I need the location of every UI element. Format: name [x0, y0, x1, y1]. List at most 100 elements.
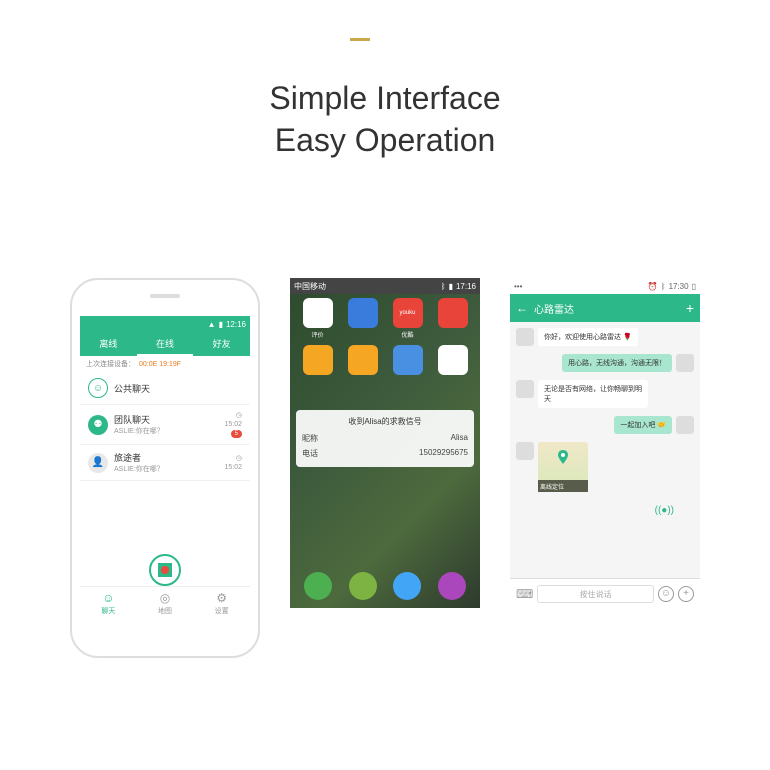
carrier-label: 中国移动: [294, 281, 326, 292]
input-bar: ⌨ 按住说话 ☺ +: [510, 578, 700, 608]
nav-label: 设置: [215, 606, 229, 616]
plus-icon[interactable]: +: [678, 586, 694, 602]
group-icon: ⚉: [88, 415, 108, 435]
avatar: [516, 328, 534, 346]
message-in: 你好，欢迎使用心路雷达 🌹: [516, 328, 694, 346]
headline-line1: Simple Interface: [269, 78, 500, 120]
app-icon[interactable]: [298, 345, 337, 375]
chat-title: 团队聊天: [114, 413, 218, 426]
message-location[interactable]: 离线定位: [516, 442, 694, 492]
keyboard-icon[interactable]: ⌨: [516, 587, 533, 601]
message-text: 一起加入吧 🤝: [614, 416, 672, 434]
message-text: 你好，欢迎使用心路雷达 🌹: [538, 328, 638, 346]
battery-icon: ▯: [692, 282, 696, 291]
statusbar-time: 17:16: [456, 282, 476, 291]
avatar: [516, 380, 534, 398]
cube-icon: [158, 563, 172, 577]
app-icon[interactable]: [388, 345, 427, 375]
chat-title: 心路雷达: [534, 301, 680, 316]
floating-action-button[interactable]: [149, 554, 181, 586]
dock-camera-icon[interactable]: [438, 572, 466, 600]
phone-3: ••• ⏰ ᛒ 17:30 ▯ ← 心路雷达 + 你好，欢迎使用心路雷达 🌹 用…: [510, 278, 700, 608]
location-thumbnail: 离线定位: [538, 442, 588, 492]
info-strip: 上次连接设备： 00:0E 19:19F: [80, 356, 250, 372]
app-icon[interactable]: youku优酷: [388, 298, 427, 339]
phones-row: ▲ ▮ 12:16 离线 在线 好友 上次连接设备： 00:0E 19:19F …: [0, 278, 770, 658]
wifi-icon: ▲: [208, 320, 216, 329]
chat-item-traveler[interactable]: 👤 旅途者 ASLIE:你在哪？ ◷ 15:02: [80, 445, 250, 481]
app-icon[interactable]: [433, 298, 472, 339]
nav-label: 聊天: [101, 606, 115, 616]
info-time: 00:0E 19:19F: [139, 361, 181, 368]
message-out: 一起加入吧 🤝: [516, 416, 694, 434]
add-icon[interactable]: +: [686, 300, 694, 316]
tab-online[interactable]: 在线: [137, 332, 194, 356]
statusbar: ••• ⏰ ᛒ 17:30 ▯: [510, 278, 700, 294]
bluetooth-icon: ᛒ: [661, 282, 666, 291]
avatar: [676, 354, 694, 372]
voice-input-button[interactable]: 按住说话: [537, 585, 654, 603]
chat-subtitle: ASLIE:你在哪？: [114, 426, 218, 436]
chat-title: 旅途者: [114, 451, 218, 464]
nav-chat[interactable]: ☺聊天: [80, 587, 137, 620]
chat-bubble-icon: ☺: [88, 378, 108, 398]
voice-wave-icon: ((●)): [655, 505, 674, 516]
emoji-icon[interactable]: ☺: [658, 586, 674, 602]
message-area[interactable]: 你好，欢迎使用心路雷达 🌹 用心路，无线沟通，沟通无限！ 无论是否有网络，让你畅…: [510, 322, 700, 578]
app-icon[interactable]: [433, 345, 472, 375]
chat-header: ← 心路雷达 +: [510, 294, 700, 322]
phone-1: ▲ ▮ 12:16 离线 在线 好友 上次连接设备： 00:0E 19:19F …: [70, 278, 260, 658]
chat-title: 公共聊天: [114, 382, 242, 395]
headline-line2: Easy Operation: [269, 120, 500, 162]
tab-offline[interactable]: 离线: [80, 332, 137, 356]
clock-icon: ◷: [236, 411, 242, 419]
dock: [296, 568, 474, 604]
headline: Simple Interface Easy Operation: [269, 78, 500, 161]
avatar: [516, 442, 534, 460]
notif-row-phone: 电话15029295675: [302, 446, 468, 461]
statusbar: ▲ ▮ 12:16: [80, 316, 250, 332]
message-text: 用心路，无线沟通，沟通无限！: [562, 354, 672, 372]
message-out: 用心路，无线沟通，沟通无限！: [516, 354, 694, 372]
message-in: 无论是否有网络，让你畅聊到明天: [516, 380, 694, 408]
notif-row-nickname: 昵称Alisa: [302, 431, 468, 446]
chat-icon: ☺: [102, 591, 114, 605]
tab-friends[interactable]: 好友: [193, 332, 250, 356]
app-icon[interactable]: 评价: [298, 298, 337, 339]
location-label: 离线定位: [540, 482, 564, 491]
gear-icon: ⚙: [216, 591, 227, 605]
chat-item-public[interactable]: ☺ 公共聊天: [80, 372, 250, 405]
top-tabs: 离线 在线 好友: [80, 332, 250, 356]
app-icon[interactable]: [343, 298, 382, 339]
location-pin-icon: [558, 450, 568, 464]
chat-subtitle: ASLIE:你在哪？: [114, 464, 218, 474]
bottom-nav: ☺聊天 ◎地图 ⚙设置: [80, 586, 250, 620]
chat-time: 15:02: [224, 464, 242, 471]
statusbar-time: 17:30: [669, 282, 689, 291]
nav-label: 地图: [158, 606, 172, 616]
info-label: 上次连接设备：: [86, 359, 135, 369]
app-grid: 评价 youku优酷: [290, 294, 480, 379]
dock-browser-icon[interactable]: [393, 572, 421, 600]
back-icon[interactable]: ←: [516, 301, 528, 315]
map-icon: ◎: [160, 591, 170, 605]
unread-badge: 5: [231, 430, 242, 438]
battery-icon: ▮: [219, 320, 223, 329]
clock-icon: ◷: [236, 454, 242, 462]
statusbar: 中国移动 ᛒ ▮ 17:16: [290, 278, 480, 294]
message-text: 无论是否有网络，让你畅聊到明天: [538, 380, 648, 408]
nav-settings[interactable]: ⚙设置: [193, 587, 250, 620]
avatar: [676, 416, 694, 434]
chat-time: 15:02: [224, 421, 242, 428]
statusbar-time: 12:16: [226, 320, 246, 329]
alarm-icon: ⏰: [648, 282, 658, 291]
dock-messages-icon[interactable]: [349, 572, 377, 600]
sos-notification[interactable]: 收到Alisa的求救信号 昵称Alisa 电话15029295675: [296, 410, 474, 467]
accent-bar: [350, 38, 370, 41]
chat-item-team[interactable]: ⚉ 团队聊天 ASLIE:你在哪？ ◷ 15:02 5: [80, 405, 250, 445]
nav-map[interactable]: ◎地图: [137, 587, 194, 620]
dock-phone-icon[interactable]: [304, 572, 332, 600]
notif-title: 收到Alisa的求救信号: [302, 416, 468, 427]
app-icon[interactable]: [343, 345, 382, 375]
battery-icon: ▮: [449, 282, 453, 291]
